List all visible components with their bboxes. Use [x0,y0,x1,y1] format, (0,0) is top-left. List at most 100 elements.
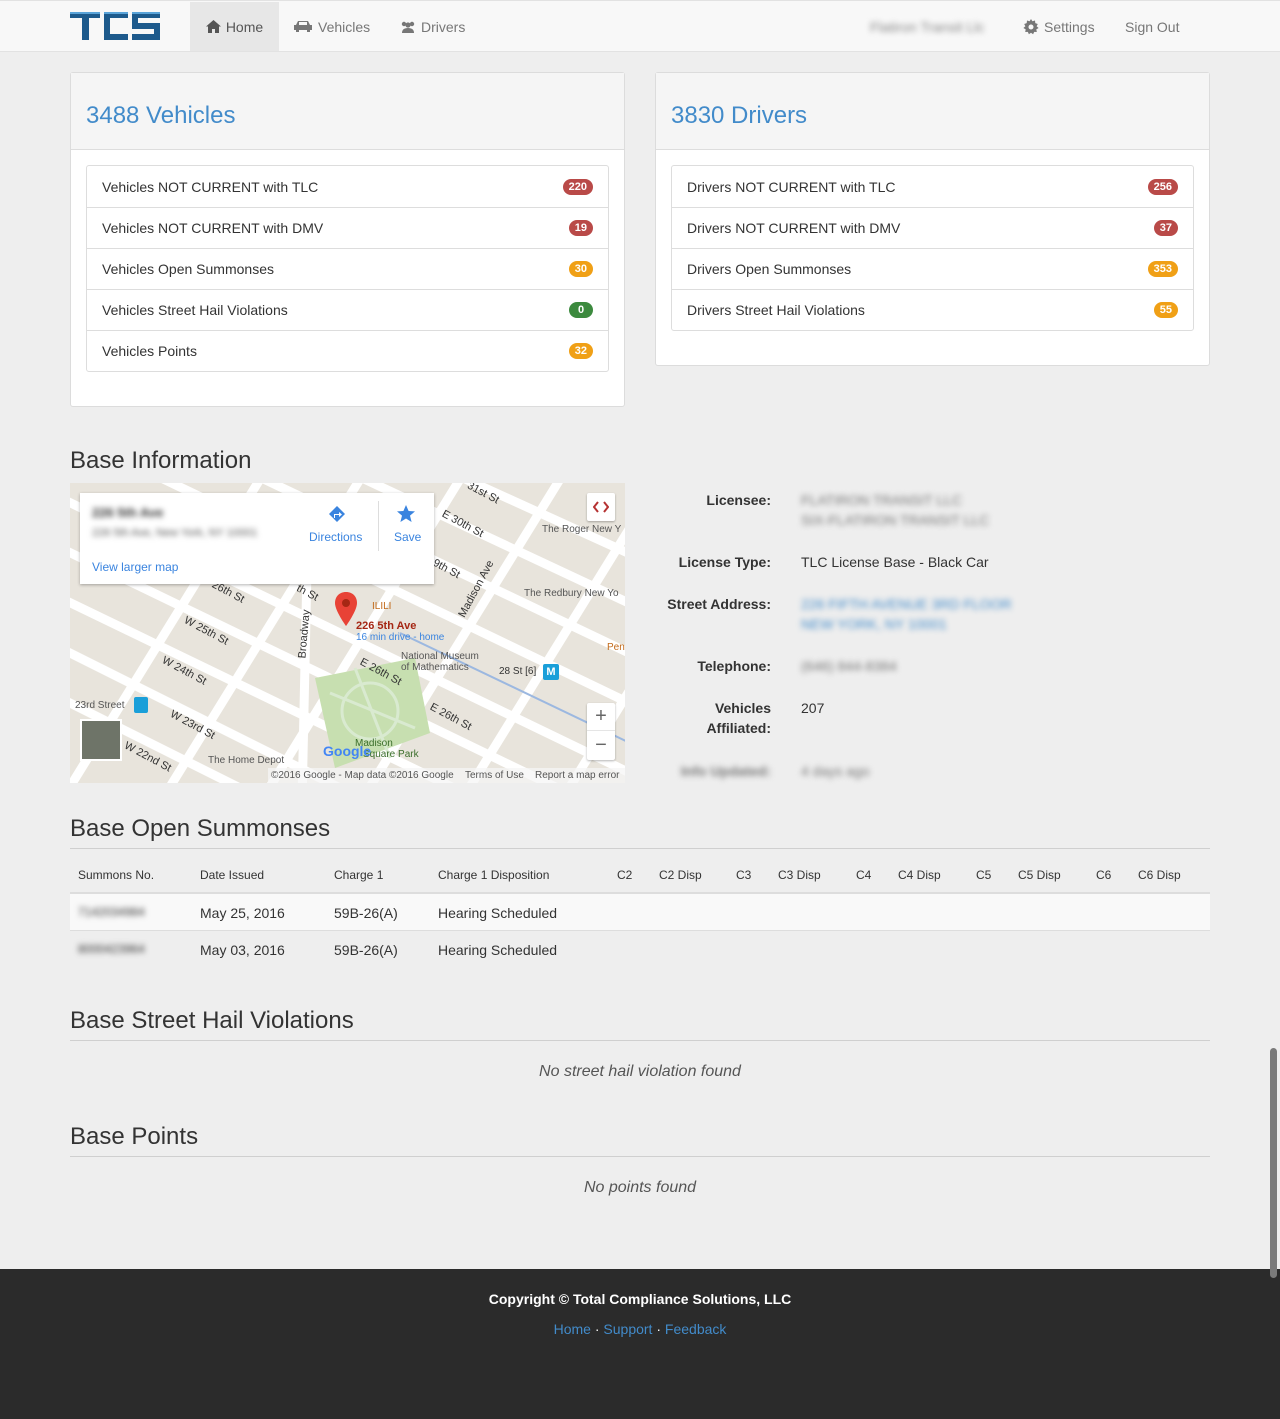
drivers-panel-header: 3830 Drivers [656,73,1209,150]
footer-support-link[interactable]: Support [603,1321,652,1337]
vehicles-affiliated-label-2: Affiliated: [706,720,771,736]
charge-1: 59B-26(A) [334,942,398,958]
count-badge: 220 [562,178,593,195]
vehicles-affiliated-value: 207 [801,700,825,716]
column-header[interactable]: C3 [736,868,751,882]
column-header[interactable]: C6 [1096,868,1111,882]
street-address-label: Street Address: [667,596,771,612]
nav-home-label: Home [225,18,264,35]
info-updated-value: 4 days ago [801,763,870,779]
place-label: The Home Depot [208,755,285,766]
top-navbar: Home Vehicles Drivers Flatiron Transit L… [0,0,1280,52]
license-type-label: License Type: [678,554,771,570]
nav-vehicles[interactable]: Vehicles [293,2,370,51]
column-header[interactable]: Summons No. [78,868,154,882]
footer-copyright: Copyright © Total Compliance Solutions, … [488,1291,792,1307]
list-item[interactable]: Vehicles Street Hail Violations 0 [87,289,608,330]
date-issued: May 03, 2016 [200,942,285,958]
list-item[interactable]: Vehicles Points 32 [87,330,608,371]
column-header[interactable]: C5 Disp [1018,868,1061,882]
satellite-toggle[interactable] [80,719,122,761]
view-larger-map-link[interactable]: View larger map [92,560,178,574]
drivers-count-title[interactable]: 3830 Drivers [671,102,1209,130]
list-item-label: Vehicles NOT CURRENT with TLC [102,178,319,195]
card-divider [378,501,379,551]
count-badge: 256 [1147,178,1178,195]
street-address-line-2[interactable]: NEW YORK, NY 10001 [801,616,947,632]
footer-home-link[interactable]: Home [554,1321,591,1337]
place-label: Pen [607,642,625,653]
column-header[interactable]: Charge 1 Disposition [438,868,549,882]
base-open-summonses-heading: Base Open Summonses [70,815,331,842]
list-item[interactable]: Drivers NOT CURRENT with TLC 256 [672,166,1193,207]
footer-links: Home · Support · Feedback [0,1321,1280,1337]
street-address-line-1[interactable]: 226 FIFTH AVENUE 3RD FLOOR [801,596,1012,612]
google-logo: Google [323,743,372,759]
column-header[interactable]: Charge 1 [334,868,383,882]
page-footer: Copyright © Total Compliance Solutions, … [0,1269,1280,1419]
column-header[interactable]: C5 [976,868,991,882]
table-row: 8000423964 May 03, 2016 59B-26(A) Hearin… [70,930,1210,968]
list-item[interactable]: Drivers Street Hail Violations 55 [672,289,1193,330]
footer-feedback-link[interactable]: Feedback [665,1321,726,1337]
nav-account-name[interactable]: Flatiron Transit Llc [870,2,984,51]
page-scrollbar[interactable] [1270,1048,1277,1278]
charge-1: 59B-26(A) [334,905,398,921]
column-header[interactable]: C4 Disp [898,868,941,882]
pin-label: 226 5th Ave [356,620,417,632]
column-header[interactable]: C2 [617,868,632,882]
place-label: Square Park [363,749,419,760]
place-card-title: 226 5th Ave [92,505,164,520]
nav-vehicles-label: Vehicles [318,18,371,35]
column-header[interactable]: C3 Disp [778,868,821,882]
nav-sign-out[interactable]: Sign Out [1125,2,1179,51]
list-item-label: Vehicles NOT CURRENT with DMV [102,220,324,236]
nav-drivers[interactable]: Drivers [400,2,465,51]
license-type-value: TLC License Base - Black Car [801,554,989,570]
map-embed[interactable]: W 26th St W 25th St W 24th St W 23rd St … [70,483,625,783]
home-icon [205,20,221,33]
star-icon[interactable] [396,504,416,524]
column-header[interactable]: C4 [856,868,871,882]
list-item[interactable]: Drivers Open Summonses 353 [672,248,1193,289]
footer-separator: · [594,1321,600,1337]
no-street-hail-message: No street hail violation found [539,1063,741,1080]
list-item[interactable]: Vehicles NOT CURRENT with DMV 19 [87,207,608,248]
list-item-label: Drivers NOT CURRENT with TLC [687,178,896,195]
pin-sublabel: 16 min drive - home [356,632,445,643]
footer-separator: · [656,1321,662,1337]
column-header[interactable]: Date Issued [200,868,264,882]
licensee-value-2: SIX-FLATIRON TRANSIT LLC [801,512,990,528]
count-badge: 353 [1147,261,1178,277]
section-divider [70,1156,1210,1157]
no-points-message: No points found [583,1179,697,1196]
base-information-heading: Base Information [70,447,252,474]
count-badge: 37 [1153,220,1178,236]
vehicles-count-title[interactable]: 3488 Vehicles [86,102,624,130]
column-header[interactable]: C6 Disp [1138,868,1181,882]
count-badge: 19 [568,220,593,236]
column-header[interactable]: C2 Disp [659,868,702,882]
count-badge: 55 [1153,302,1178,318]
map-pin-icon[interactable] [335,592,357,626]
info-updated-label: Info Updated: [680,763,771,779]
vehicles-summary-list: Vehicles NOT CURRENT with TLC 220 Vehicles… [86,165,609,372]
licensee-value-1: FLATIRON TRANSIT LLC [801,492,963,508]
directions-icon[interactable] [328,505,346,525]
nav-home[interactable]: Home [190,2,279,51]
summons-number[interactable]: 8000423964 [78,942,145,956]
list-item[interactable]: Vehicles NOT CURRENT with TLC 220 [87,166,608,207]
list-item-label: Drivers Street Hail Violations [687,302,865,318]
list-item[interactable]: Drivers NOT CURRENT with DMV 37 [672,207,1193,248]
list-item[interactable]: Vehicles Open Summonses 30 [87,248,608,289]
licensee-label: Licensee: [706,492,771,508]
terms-link[interactable]: Terms of Use [465,770,524,781]
nav-settings[interactable]: Settings [1023,2,1095,51]
nav-account-label: Flatiron Transit Llc [870,18,985,35]
list-item-label: Vehicles Street Hail Violations [102,302,288,318]
directions-link[interactable]: Directions [309,530,362,544]
save-link[interactable]: Save [394,530,421,544]
telephone-value: (646) 844-8384 [801,658,897,674]
summons-number[interactable]: 7142034984 [78,905,145,919]
tcs-logo[interactable] [70,9,162,43]
